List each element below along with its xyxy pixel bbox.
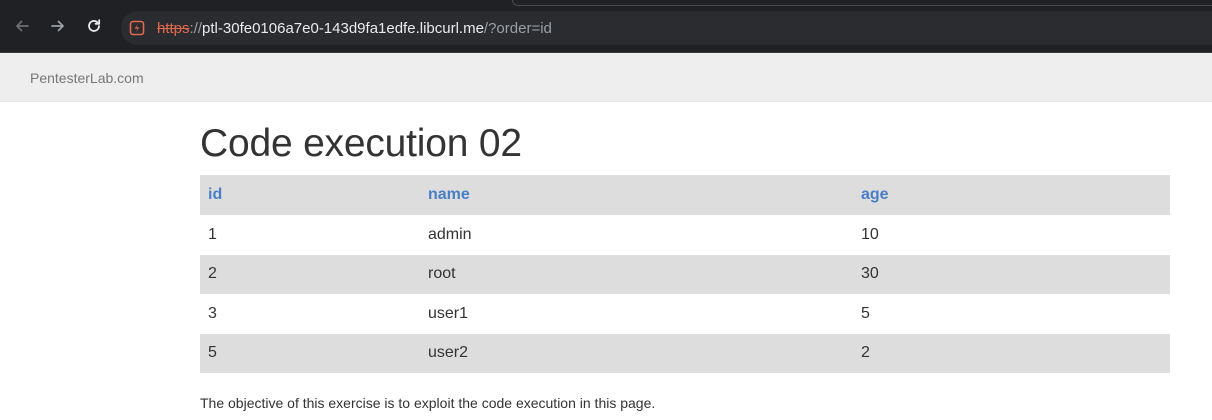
sort-link-age[interactable]: age	[861, 186, 889, 203]
url-host: ptl-30fe0106a7e0-143d9fa1edfe.libcurl.me	[202, 20, 484, 37]
url-path: /?order=id	[483, 20, 552, 37]
forward-button[interactable]	[47, 15, 69, 37]
cell-name: root	[420, 254, 853, 294]
column-header-name[interactable]: name	[420, 175, 853, 215]
cell-id: 3	[208, 304, 217, 322]
cell-name: user2	[420, 333, 853, 373]
cell-age: 10	[861, 225, 879, 243]
cell-age: 2	[853, 333, 1170, 373]
brand-link[interactable]: PentesterLab.com	[30, 70, 144, 86]
reload-button[interactable]	[83, 15, 105, 37]
table-row: 5 user2 2	[200, 333, 1170, 373]
cell-id: 1	[208, 225, 217, 243]
cell-name: user1	[428, 304, 469, 322]
cell-age: 30	[853, 254, 1170, 294]
browser-toolbar: https://ptl-30fe0106a7e0-143d9fa1edfe.li…	[0, 0, 1212, 53]
url-separator: ://	[189, 20, 203, 37]
main-content: Code execution 02 id name age 1 admin 10…	[200, 102, 1170, 411]
arrow-left-icon	[16, 20, 29, 32]
table-row: 3 user1 5	[200, 294, 1170, 334]
back-button[interactable]	[11, 15, 33, 37]
tab-strip-edge	[512, 0, 1212, 6]
sort-link-id[interactable]: id	[208, 186, 222, 203]
table-header-row: id name age	[200, 175, 1170, 215]
users-table: id name age 1 admin 10 2 root 30 3 user1…	[200, 175, 1170, 373]
cell-id: 2	[200, 254, 420, 294]
table-row: 1 admin 10	[200, 215, 1170, 255]
table-row: 2 root 30	[200, 254, 1170, 294]
not-secure-icon	[129, 20, 145, 36]
reload-icon	[88, 19, 101, 32]
objective-text: The objective of this exercise is to exp…	[200, 395, 656, 411]
cell-name: admin	[428, 225, 472, 243]
url-scheme: https	[157, 20, 190, 37]
site-header	[0, 53, 1212, 102]
column-header-id[interactable]: id	[200, 175, 420, 215]
cell-age: 5	[861, 304, 870, 322]
column-header-age[interactable]: age	[853, 175, 1170, 215]
page-title: Code execution 02	[200, 122, 522, 165]
address-bar[interactable]: https://ptl-30fe0106a7e0-143d9fa1edfe.li…	[121, 11, 1212, 45]
arrow-right-icon	[51, 20, 64, 32]
site-info-button[interactable]	[129, 20, 145, 36]
cell-id: 5	[200, 333, 420, 373]
url-text[interactable]: https://ptl-30fe0106a7e0-143d9fa1edfe.li…	[157, 20, 552, 37]
sort-link-name[interactable]: name	[428, 186, 470, 203]
